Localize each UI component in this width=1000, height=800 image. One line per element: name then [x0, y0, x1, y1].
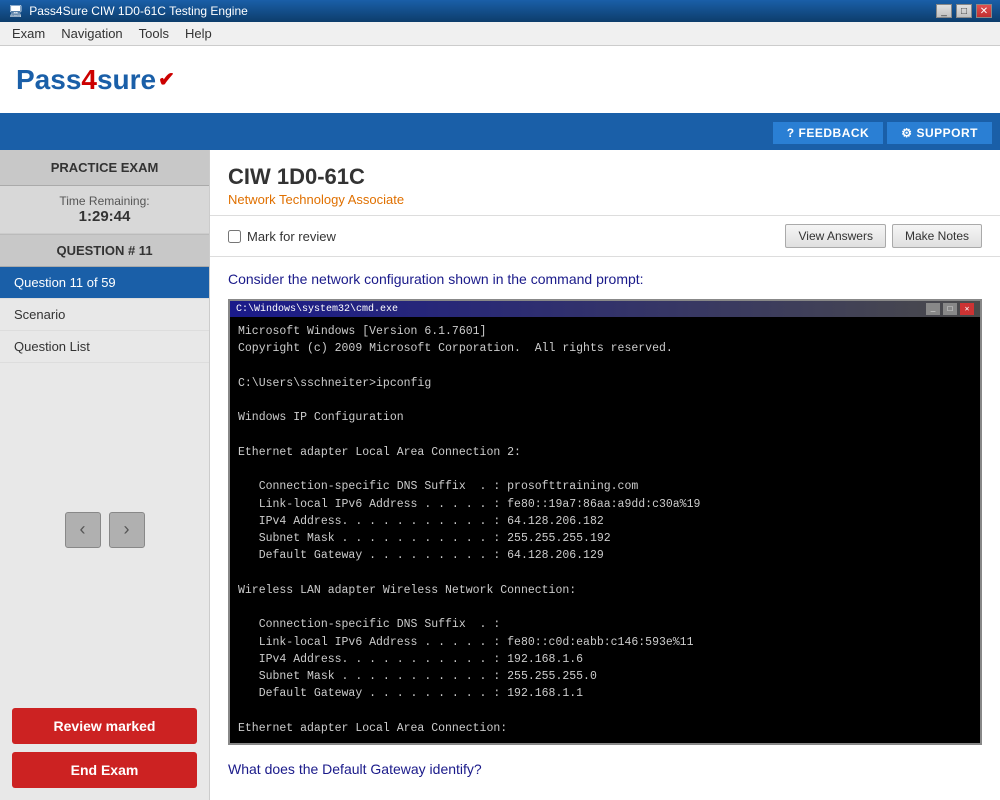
cmd-line: Default Gateway . . . . . . . . . : 64.1…: [238, 547, 972, 564]
support-bar: ? FEEDBACK ⚙ SUPPORT: [0, 116, 1000, 150]
title-bar: 🖥 Pass4Sure CIW 1D0-61C Testing Engine _…: [0, 0, 1000, 22]
logo-four: 4: [81, 64, 97, 96]
cmd-line: [238, 703, 972, 720]
cmd-line: [238, 599, 972, 616]
practice-exam-label: PRACTICE EXAM: [0, 150, 209, 186]
content-header: CIW 1D0-61C Network Technology Associate: [210, 150, 1000, 216]
cmd-line: Microsoft Windows [Version 6.1.7601]: [238, 323, 972, 340]
review-marked-button[interactable]: Review marked: [12, 708, 197, 744]
question-icon: ?: [787, 126, 795, 140]
nav-item-question[interactable]: Question 11 of 59: [0, 267, 209, 299]
title-bar-icon: 🖥: [8, 4, 23, 18]
cmd-line: Subnet Mask . . . . . . . . . . . : 255.…: [238, 668, 972, 685]
cmd-line: [238, 358, 972, 375]
nav-item-scenario[interactable]: Scenario: [0, 299, 209, 331]
menu-exam[interactable]: Exam: [4, 24, 53, 43]
view-answers-button[interactable]: View Answers: [785, 224, 885, 248]
close-button[interactable]: ✕: [976, 4, 992, 18]
logo-pass: Pass: [16, 64, 81, 96]
end-exam-button[interactable]: End Exam: [12, 752, 197, 788]
logo-sure: sure: [97, 64, 156, 96]
nav-arrows: ‹ ›: [0, 363, 209, 696]
timer-label: Time Remaining:: [8, 194, 201, 208]
timer-section: Time Remaining: 1:29:44: [0, 186, 209, 234]
cmd-window: C:\Windows\system32\cmd.exe _ □ ✕ Micros…: [228, 299, 982, 745]
nav-items: Question 11 of 59 Scenario Question List: [0, 267, 209, 363]
answer-option-a: A The file server on the network: [228, 791, 982, 800]
title-bar-left: 🖥 Pass4Sure CIW 1D0-61C Testing Engine: [8, 4, 248, 18]
cmd-line: Connection-specific DNS Suffix . : proso…: [238, 478, 972, 495]
nav-item-question-list[interactable]: Question List: [0, 331, 209, 363]
question-intro: Consider the network configuration shown…: [228, 271, 982, 287]
cmd-maximize[interactable]: □: [943, 303, 957, 315]
sub-question: What does the Default Gateway identify?: [228, 761, 982, 777]
feedback-label: FEEDBACK: [799, 126, 870, 140]
cmd-line: C:\Users\sschneiter>ipconfig: [238, 375, 972, 392]
cmd-line: Ethernet adapter Local Area Connection:: [238, 720, 972, 737]
content-scroll[interactable]: Consider the network configuration shown…: [210, 257, 1000, 800]
make-notes-button[interactable]: Make Notes: [892, 224, 982, 248]
sidebar: PRACTICE EXAM Time Remaining: 1:29:44 QU…: [0, 150, 210, 800]
cmd-line: IPv4 Address. . . . . . . . . . . : 64.1…: [238, 513, 972, 530]
cmd-line: Windows IP Configuration: [238, 409, 972, 426]
cmd-close[interactable]: ✕: [960, 303, 974, 315]
cmd-titlebar: C:\Windows\system32\cmd.exe _ □ ✕: [230, 301, 980, 317]
cmd-line: Copyright (c) 2009 Microsoft Corporation…: [238, 340, 972, 357]
logo-check-icon: ✔: [158, 67, 175, 92]
content-area: CIW 1D0-61C Network Technology Associate…: [210, 150, 1000, 800]
prev-button[interactable]: ‹: [65, 512, 101, 548]
cmd-title-text: C:\Windows\system32\cmd.exe: [236, 304, 398, 315]
cmd-line: Default Gateway . . . . . . . . . : 192.…: [238, 685, 972, 702]
exam-subtitle: Network Technology Associate: [228, 192, 982, 207]
cmd-line: Wireless LAN adapter Wireless Network Co…: [238, 582, 972, 599]
cmd-line: Link-local IPv6 Address . . . . . : fe80…: [238, 634, 972, 651]
next-button[interactable]: ›: [109, 512, 145, 548]
gear-icon: ⚙: [901, 126, 912, 140]
menu-navigation[interactable]: Navigation: [53, 24, 130, 43]
mark-review-section: Mark for review: [228, 229, 336, 244]
cmd-line: Subnet Mask . . . . . . . . . . . : 255.…: [238, 530, 972, 547]
cmd-minimize[interactable]: _: [926, 303, 940, 315]
mark-review-checkbox[interactable]: [228, 230, 241, 243]
cmd-line: IPv4 Address. . . . . . . . . . . : 192.…: [238, 651, 972, 668]
cmd-line: [238, 427, 972, 444]
cmd-line: [238, 565, 972, 582]
timer-value: 1:29:44: [8, 208, 201, 225]
sidebar-bottom: Review marked End Exam: [0, 696, 209, 800]
toolbar-buttons: View Answers Make Notes: [785, 224, 982, 248]
main-layout: PRACTICE EXAM Time Remaining: 1:29:44 QU…: [0, 150, 1000, 800]
cmd-line: Ethernet adapter Local Area Connection 2…: [238, 444, 972, 461]
menu-bar: Exam Navigation Tools Help: [0, 22, 1000, 46]
menu-help[interactable]: Help: [177, 24, 220, 43]
title-bar-controls[interactable]: _ □ ✕: [936, 4, 992, 18]
exam-title: CIW 1D0-61C: [228, 164, 982, 190]
app-header: Pass4sure✔: [0, 46, 1000, 116]
title-bar-text: Pass4Sure CIW 1D0-61C Testing Engine: [29, 4, 248, 18]
cmd-line: Link-local IPv6 Address . . . . . : fe80…: [238, 496, 972, 513]
support-button[interactable]: ⚙ SUPPORT: [887, 122, 992, 144]
feedback-button[interactable]: ? FEEDBACK: [773, 122, 884, 144]
cmd-content: Microsoft Windows [Version 6.1.7601] Cop…: [238, 323, 972, 737]
cmd-line: [238, 392, 972, 409]
content-toolbar: Mark for review View Answers Make Notes: [210, 216, 1000, 257]
cmd-line: Connection-specific DNS Suffix . :: [238, 616, 972, 633]
menu-tools[interactable]: Tools: [131, 24, 177, 43]
mark-review-label: Mark for review: [247, 229, 336, 244]
question-number-label: QUESTION # 11: [0, 234, 209, 267]
support-label: SUPPORT: [916, 126, 978, 140]
cmd-line: [238, 461, 972, 478]
maximize-button[interactable]: □: [956, 4, 972, 18]
cmd-controls: _ □ ✕: [926, 303, 974, 315]
minimize-button[interactable]: _: [936, 4, 952, 18]
logo: Pass4sure✔: [16, 64, 175, 96]
